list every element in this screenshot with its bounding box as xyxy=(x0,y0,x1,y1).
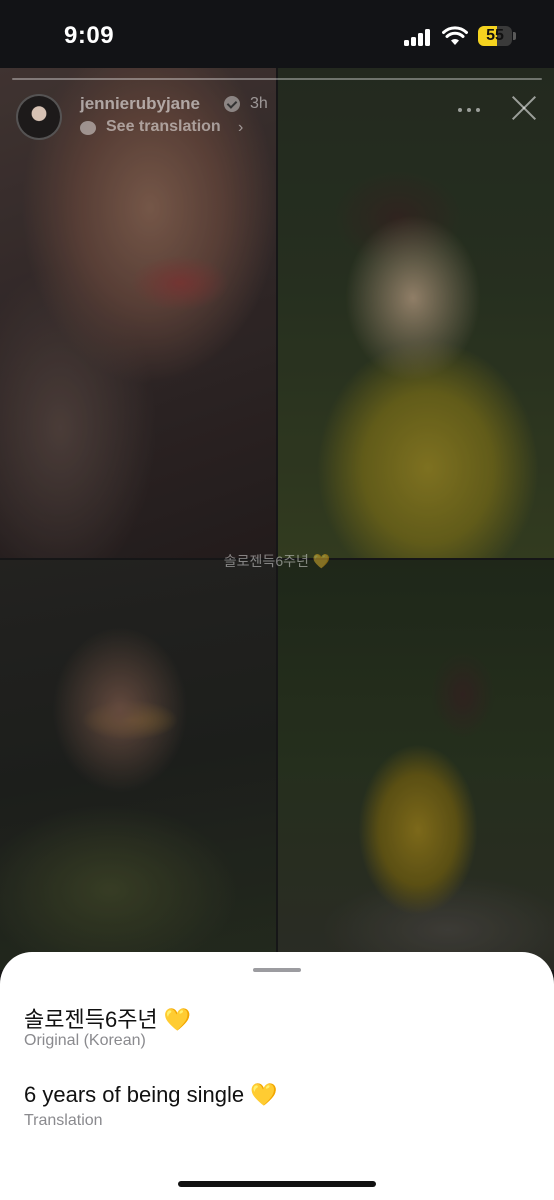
username[interactable]: jennierubyjane xyxy=(80,94,200,114)
translation-label: Translation xyxy=(24,1112,103,1129)
battery-icon: 55 xyxy=(478,26,512,46)
screen: 9:09 55 jennierubyjane 3h See translatio… xyxy=(0,0,554,1200)
translated-text: 6 years of being single 💛 xyxy=(24,1082,278,1107)
home-indicator[interactable] xyxy=(178,1181,376,1187)
cellular-signal-icon xyxy=(404,28,434,46)
status-bar: 9:09 55 xyxy=(0,0,554,68)
see-translation-label: See translation xyxy=(106,118,221,135)
story-caption: 솔로젠득6주년 💛 xyxy=(223,553,331,569)
battery-nub xyxy=(513,32,516,40)
sheet-grabber[interactable] xyxy=(253,968,301,972)
battery-level: 55 xyxy=(486,27,504,44)
verified-badge-icon xyxy=(224,96,240,112)
status-time: 9:09 xyxy=(64,22,115,49)
original-language-label: Original (Korean) xyxy=(24,1032,146,1049)
chat-bubble-icon xyxy=(80,121,96,135)
more-icon[interactable] xyxy=(456,106,482,114)
wifi-icon xyxy=(442,26,468,45)
chevron-right-icon: › xyxy=(238,119,244,136)
close-icon[interactable] xyxy=(508,92,540,124)
original-text: 솔로젠득6주년 💛 xyxy=(24,1007,192,1032)
avatar[interactable] xyxy=(16,94,62,140)
story-header: jennierubyjane 3h See translation › xyxy=(0,90,554,150)
post-time: 3h xyxy=(250,95,268,112)
translation-sheet[interactable]: 솔로젠득6주년 💛 Original (Korean) 6 years of b… xyxy=(0,952,554,1200)
story-progress-bar xyxy=(12,78,542,80)
